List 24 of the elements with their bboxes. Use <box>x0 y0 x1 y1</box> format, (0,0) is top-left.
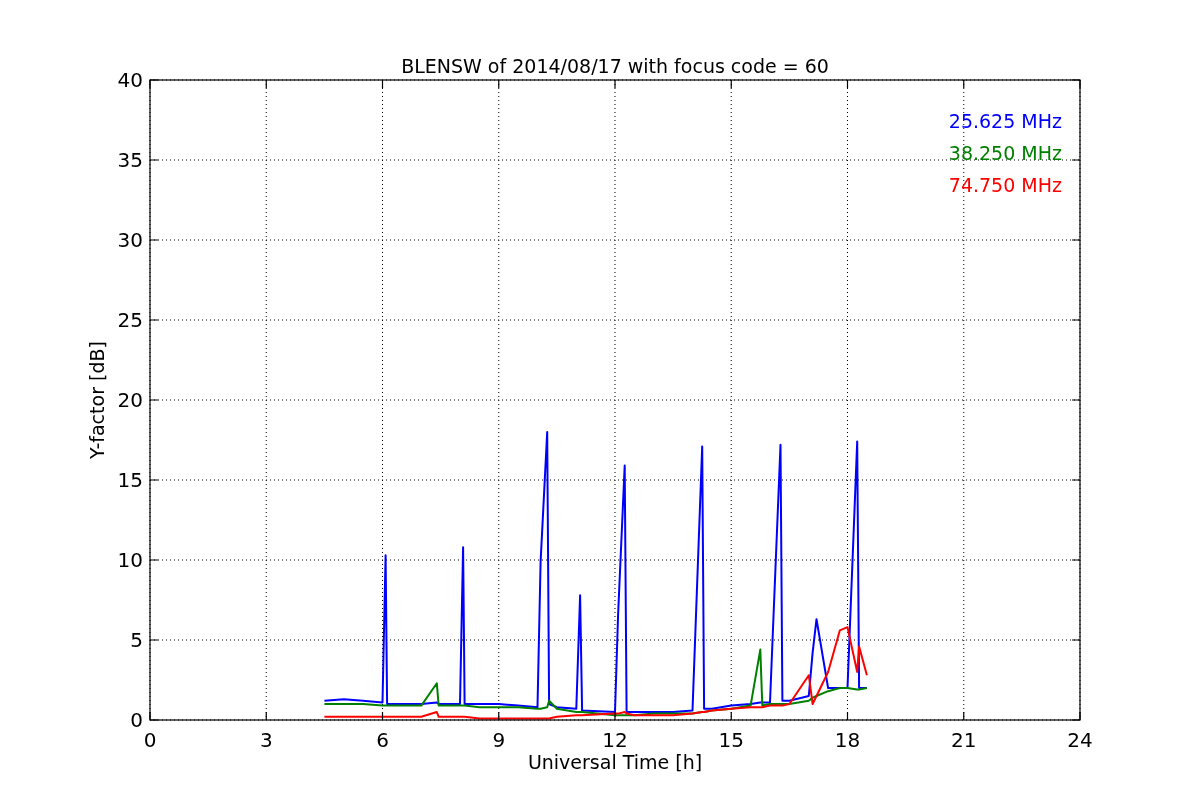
tick-label: 35 <box>117 148 143 172</box>
legend-label: 74.750 MHz <box>948 174 1062 196</box>
tick-label: 18 <box>834 728 861 752</box>
tick-label: 12 <box>602 728 628 752</box>
x-axis-label: Universal Time [h] <box>527 751 703 773</box>
tick-label: 40 <box>117 68 143 92</box>
legend-label: 38.250 MHz <box>948 142 1062 164</box>
tick-label: 6 <box>376 728 389 752</box>
tick-label: 24 <box>1067 728 1093 752</box>
tick-label: 5 <box>130 628 143 652</box>
chart-title: BLENSW of 2014/08/17 with focus code = 60 <box>401 55 829 77</box>
tick-label: 15 <box>718 728 744 752</box>
tick-label: 25 <box>117 308 143 332</box>
legend-label: 25.625 MHz <box>948 110 1062 132</box>
tick-label: 0 <box>130 708 143 732</box>
tick-label: 21 <box>951 728 977 752</box>
y-axis-label: Y-factor [dB] <box>86 341 108 459</box>
tick-label: 3 <box>259 728 273 752</box>
tick-label: 30 <box>117 228 143 252</box>
tick-label: 20 <box>117 388 143 412</box>
tick-label: 0 <box>143 728 157 752</box>
tick-label: 15 <box>117 468 143 492</box>
tick-label: 10 <box>117 548 143 572</box>
tick-label: 9 <box>492 728 506 752</box>
